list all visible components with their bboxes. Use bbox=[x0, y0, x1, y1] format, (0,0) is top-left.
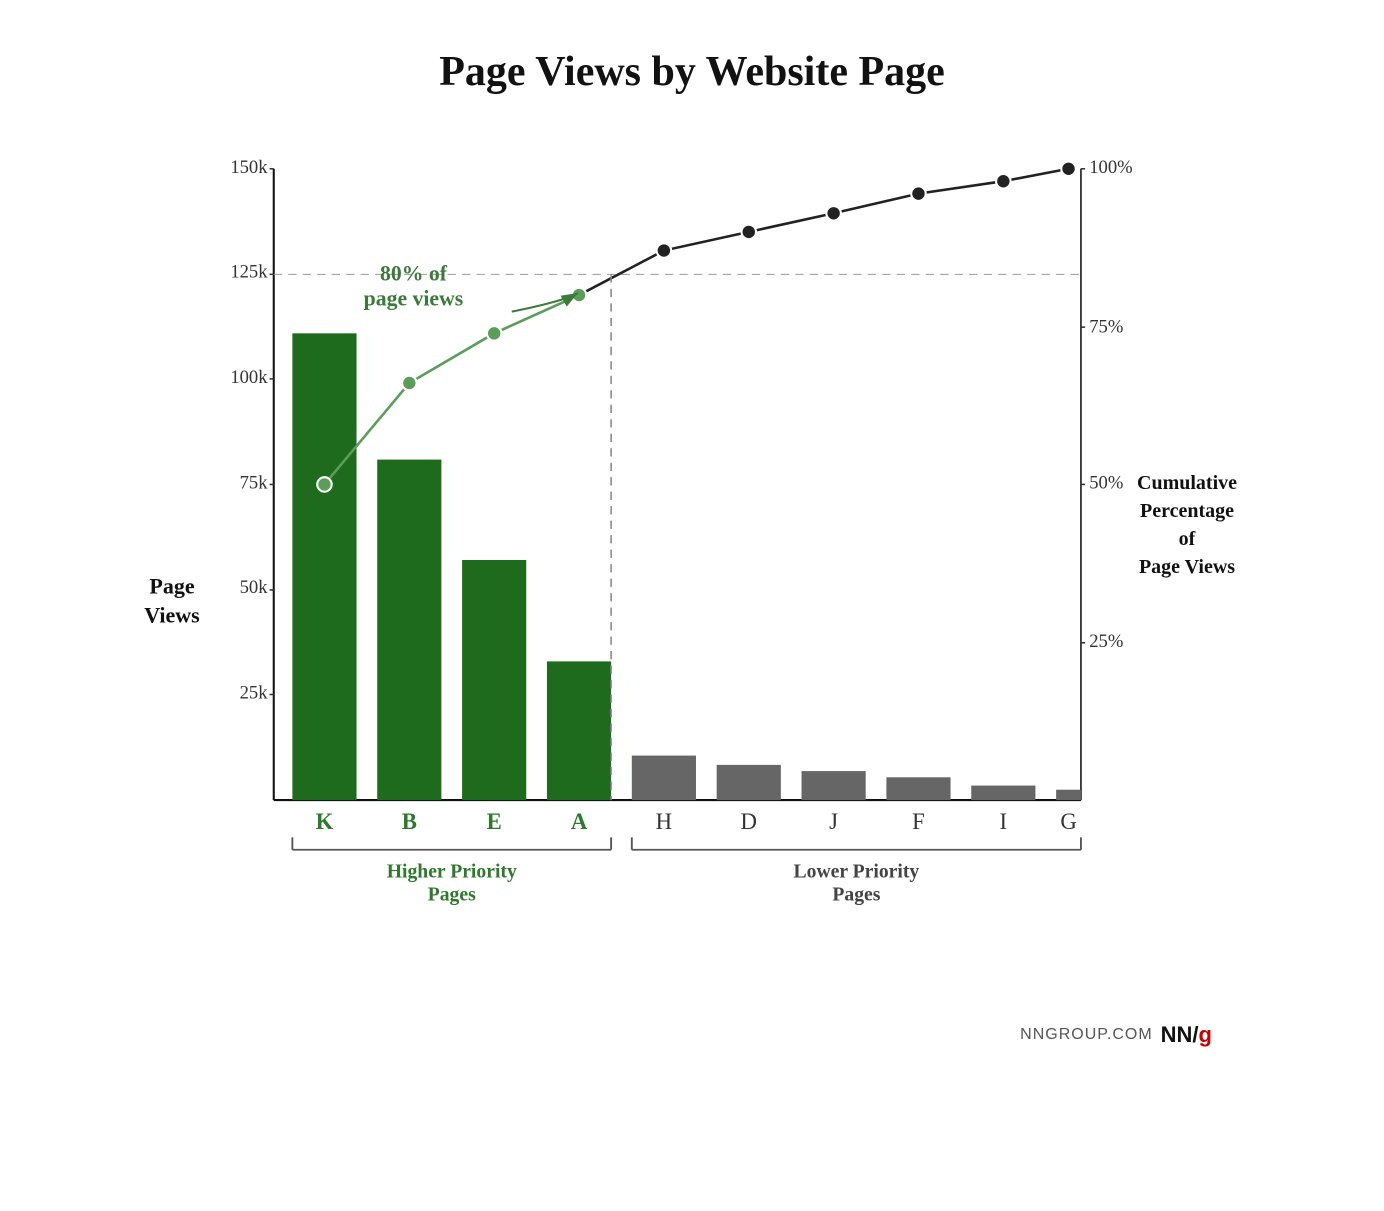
y-axis-label-left: PageViews bbox=[142, 572, 202, 629]
group-label-high-1: Higher Priority bbox=[387, 861, 517, 883]
dot-D bbox=[742, 225, 756, 239]
dot-F bbox=[911, 186, 925, 200]
nngroup-footer: NNGROUP.COM NN/g bbox=[1020, 1022, 1212, 1048]
xlabel-G: G bbox=[1060, 809, 1076, 834]
svg-text:125k: 125k bbox=[230, 261, 268, 282]
dot-K bbox=[317, 477, 331, 491]
xlabel-K: K bbox=[316, 809, 334, 834]
svg-text:100%: 100% bbox=[1089, 157, 1132, 178]
bar-G bbox=[1056, 790, 1081, 800]
bar-H bbox=[632, 756, 696, 801]
bar-J bbox=[802, 771, 866, 800]
svg-text:75%: 75% bbox=[1089, 316, 1123, 337]
nngroup-text: NNGROUP.COM bbox=[1020, 1026, 1153, 1044]
svg-text:50k: 50k bbox=[240, 577, 269, 598]
page-title: Page Views by Website Page bbox=[439, 48, 945, 96]
svg-text:25%: 25% bbox=[1089, 631, 1123, 652]
svg-text:50%: 50% bbox=[1089, 473, 1123, 494]
bar-K bbox=[292, 333, 356, 800]
group-label-low-2: Pages bbox=[832, 883, 880, 905]
bar-E bbox=[462, 560, 526, 800]
xlabel-J: J bbox=[829, 809, 838, 834]
y-axis-label-right: CumulativePercentage ofPage Views bbox=[1132, 469, 1242, 581]
dot-I bbox=[996, 174, 1010, 188]
nngroup-logo: NN/g bbox=[1161, 1022, 1212, 1048]
group-label-high-2: Pages bbox=[428, 883, 476, 905]
chart-container: PageViews CumulativePercentage ofPage Vi… bbox=[142, 126, 1242, 1076]
svg-text:150k: 150k bbox=[230, 157, 268, 178]
xlabel-H: H bbox=[656, 809, 672, 834]
bar-F bbox=[886, 777, 950, 800]
xlabel-E: E bbox=[487, 809, 502, 834]
svg-text:75k: 75k bbox=[240, 473, 269, 494]
annotation-text-2: page views bbox=[364, 286, 464, 310]
line-black-segment bbox=[579, 169, 1069, 295]
dot-B bbox=[402, 376, 416, 390]
group-label-low-1: Lower Priority bbox=[794, 861, 920, 883]
annotation-arrow bbox=[512, 293, 578, 312]
bar-A bbox=[547, 661, 611, 800]
xlabel-F: F bbox=[912, 809, 925, 834]
dot-E bbox=[487, 326, 501, 340]
chart-area: 150k 125k 100k 75k 50k 25k 100% 75% 50% bbox=[222, 146, 1112, 916]
xlabel-I: I bbox=[1000, 809, 1008, 834]
annotation-text-1: 80% of bbox=[380, 262, 448, 286]
xlabel-B: B bbox=[402, 809, 417, 834]
chart-svg: 150k 125k 100k 75k 50k 25k 100% 75% 50% bbox=[222, 146, 1112, 916]
line-green-segment bbox=[324, 295, 579, 484]
nngroup-logo-g: g bbox=[1199, 1022, 1212, 1047]
dot-G bbox=[1061, 162, 1075, 176]
dot-J bbox=[826, 206, 840, 220]
dot-H bbox=[657, 243, 671, 257]
xlabel-D: D bbox=[741, 809, 757, 834]
svg-text:25k: 25k bbox=[240, 683, 269, 704]
bar-I bbox=[971, 786, 1035, 800]
bar-B bbox=[377, 460, 441, 800]
svg-text:100k: 100k bbox=[230, 367, 268, 388]
bar-D bbox=[717, 765, 781, 800]
xlabel-A: A bbox=[571, 809, 588, 834]
